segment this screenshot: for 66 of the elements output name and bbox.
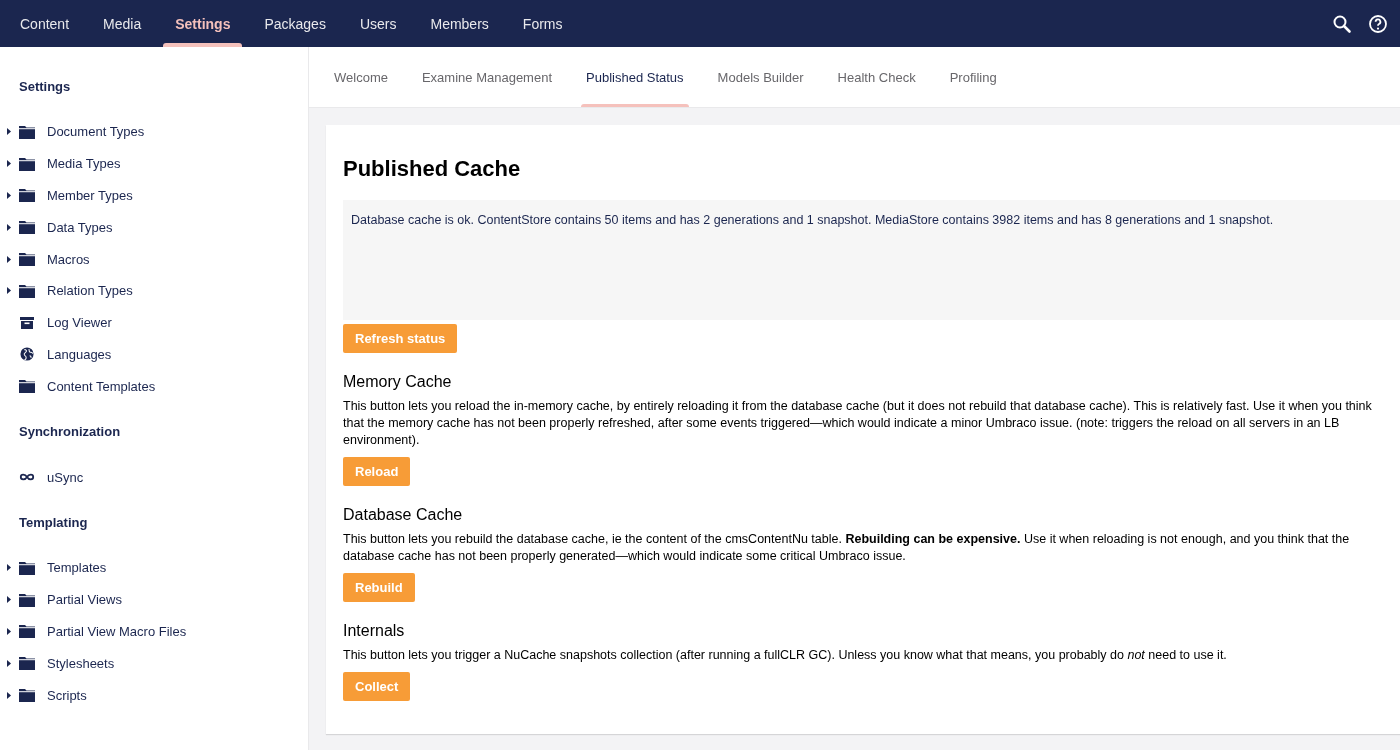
section-heading: Memory Cache: [343, 373, 453, 391]
panel-title: Published Cache: [343, 155, 522, 183]
folder-icon: [19, 688, 35, 703]
sidebar-heading: Synchronization: [18, 423, 122, 442]
folder-icon: [19, 252, 35, 267]
section-link[interactable]: Users: [347, 0, 409, 47]
section-link[interactable]: Members: [418, 0, 501, 47]
tree-item[interactable]: Media Types: [47, 156, 121, 172]
caret-icon[interactable]: [7, 223, 11, 231]
section-link[interactable]: Packages: [252, 0, 338, 47]
folder-icon: [19, 188, 35, 203]
section-description: This button lets you reload the in-memory cache, by entirely reloading it from the database cache (but it does not rebuild that database cache). This is relatively fast. Use it when you think that the memory cache has not been properly refreshed, after some events triggered—which would indicate a minor Umbraco issue. (note: triggers the reload on all servers in an LB environment).: [343, 398, 1373, 449]
section-link[interactable]: Settings: [163, 0, 243, 47]
tree-item[interactable]: Scripts: [47, 687, 87, 703]
folder-icon: [19, 592, 35, 607]
folder-icon: [19, 560, 35, 575]
tree-item[interactable]: Member Types: [47, 188, 133, 203]
tree-item[interactable]: uSync: [47, 469, 84, 485]
tree-item[interactable]: Macros: [47, 251, 90, 267]
search-icon[interactable]: [1332, 13, 1352, 34]
tab[interactable]: Published Status: [569, 47, 701, 107]
tab[interactable]: Examine Management: [404, 47, 570, 107]
section-heading: Database Cache: [343, 506, 464, 524]
status-text: Database cache is ok. ContentStore contains 50 items and has 2 generations and 1 snapshot. MediaStore contains 3982 items and has 8 generations and 1 snapshot.: [351, 213, 1274, 227]
caret-icon[interactable]: [7, 596, 11, 604]
archive-icon: [19, 315, 35, 330]
caret-icon[interactable]: [7, 192, 11, 199]
caret-icon[interactable]: [7, 627, 11, 635]
tree-item[interactable]: Relation Types: [47, 283, 133, 299]
tree-item[interactable]: Document Types: [47, 124, 145, 140]
folder-icon: [19, 220, 35, 235]
folder-icon: [19, 624, 35, 639]
tree-item[interactable]: Log Viewer: [47, 315, 112, 331]
sidebar-heading: Settings: [18, 78, 72, 96]
tree-item[interactable]: Partial Views: [47, 592, 122, 608]
tab[interactable]: Profiling: [932, 47, 1014, 107]
folder-icon: [19, 283, 35, 298]
caret-icon[interactable]: [7, 564, 11, 572]
folder-icon: [19, 124, 35, 139]
section-link[interactable]: Content: [8, 0, 82, 47]
tree-item[interactable]: Content Templates: [47, 378, 156, 394]
caret-icon[interactable]: [7, 160, 11, 168]
tab[interactable]: Welcome: [317, 47, 405, 107]
folder-icon: [19, 379, 35, 394]
tree-item[interactable]: Partial View Macro Files: [47, 623, 187, 639]
tree-item[interactable]: Data Types: [47, 219, 113, 235]
section-heading: Internals: [343, 622, 406, 640]
caret-icon[interactable]: [7, 255, 11, 263]
caret-icon[interactable]: [7, 128, 11, 136]
section-link[interactable]: Forms: [510, 0, 575, 47]
tab[interactable]: Health Check: [820, 47, 933, 107]
section-description: This button lets you rebuild the database cache, ie the content of the cmsContentNu table. Rebuilding can be expensive. Use it when reloading is not enough, and you think that the database cache has not been properly generated—which would indicate some critical Umbraco issue.: [343, 531, 1351, 565]
folder-icon: [19, 156, 35, 171]
caret-icon[interactable]: [7, 287, 11, 295]
caret-icon[interactable]: [7, 691, 11, 699]
help-icon[interactable]: [1368, 13, 1388, 34]
sidebar-heading: Templating: [18, 513, 89, 532]
tree-item[interactable]: Templates: [47, 560, 107, 576]
caret-icon[interactable]: [7, 659, 11, 667]
tab[interactable]: Models Builder: [700, 47, 821, 107]
section-description: This button lets you trigger a NuCache snapshots collection (after running a fullCLR GC). Unless you know what that means, you probably do not need to use it.: [343, 647, 1228, 664]
section-link[interactable]: Media: [91, 0, 154, 47]
folder-icon: [19, 656, 35, 671]
tree-item[interactable]: Languages: [47, 346, 112, 362]
tree-item[interactable]: Stylesheets: [47, 655, 115, 671]
globe-icon: [19, 347, 35, 362]
